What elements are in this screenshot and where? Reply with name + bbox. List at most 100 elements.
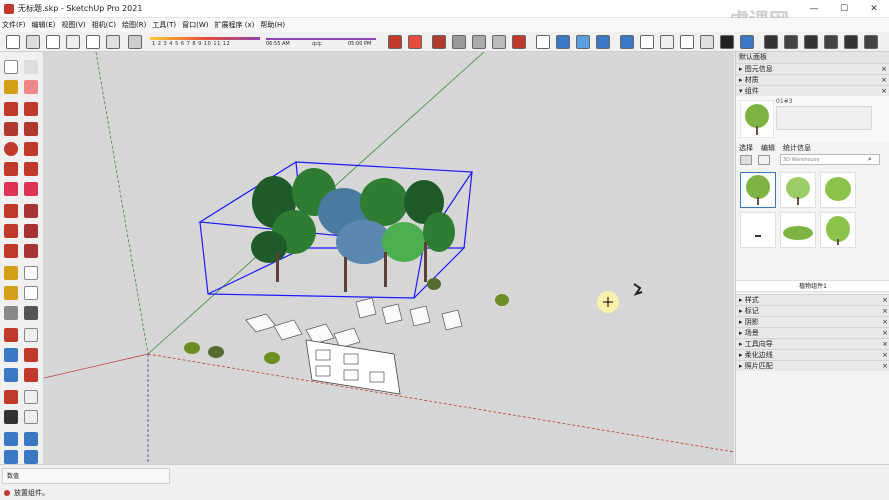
shadow-toggle-icon[interactable] <box>128 35 142 49</box>
close-icon[interactable]: × <box>881 64 887 74</box>
tab-statistics[interactable]: 统计信息 <box>783 143 811 153</box>
close-icon[interactable]: × <box>882 328 888 338</box>
components-panel[interactable]: ▾ 组件 × <box>736 85 889 96</box>
move-icon[interactable] <box>4 204 18 218</box>
close-icon[interactable]: × <box>882 339 888 349</box>
look-around-icon[interactable] <box>24 390 38 404</box>
two-point-arc-icon[interactable] <box>24 162 38 176</box>
push-pull-icon[interactable] <box>24 204 38 218</box>
match-photo-panel[interactable]: ▸ 照片匹配 × <box>736 360 889 371</box>
house-icon[interactable] <box>46 35 60 49</box>
sandbox-icon[interactable] <box>432 35 446 49</box>
search-input[interactable]: 3D Warehouse <box>780 154 880 165</box>
sandbox-contours-icon[interactable] <box>4 432 18 446</box>
position-camera-icon[interactable] <box>4 390 18 404</box>
top-view-icon[interactable] <box>640 35 654 49</box>
circle-icon[interactable] <box>4 142 18 156</box>
menu-view[interactable]: 视图(V) <box>61 20 85 30</box>
component-description[interactable] <box>776 106 872 130</box>
component-thumb[interactable] <box>820 212 856 248</box>
component-thumb[interactable] <box>740 212 776 248</box>
stamp-icon[interactable] <box>452 35 466 49</box>
close-icon[interactable]: × <box>882 317 888 327</box>
minimize-button[interactable]: — <box>799 0 829 18</box>
left-view-icon[interactable] <box>700 35 714 49</box>
shadow-date-slider[interactable]: 1 2 3 4 5 6 7 8 9 10 11 12 <box>150 35 260 49</box>
menu-edit[interactable]: 编辑(E) <box>32 20 56 30</box>
scale-icon[interactable] <box>4 244 18 258</box>
offset-icon[interactable] <box>24 244 38 258</box>
generate-report-icon[interactable] <box>804 35 818 49</box>
solid-tools-icon[interactable] <box>864 35 878 49</box>
make-component-icon[interactable] <box>24 60 38 74</box>
style-builder-icon[interactable] <box>408 35 422 49</box>
entity-info-panel[interactable]: ▸ 图元信息 × <box>736 63 889 74</box>
view-options-icon[interactable] <box>740 155 752 165</box>
styles-panel[interactable]: ▸ 样式 × <box>736 294 889 305</box>
shadows-panel[interactable]: ▸ 阴影 × <box>736 316 889 327</box>
polygon-icon[interactable] <box>24 142 38 156</box>
menu-file[interactable]: 文件(F) <box>2 20 26 30</box>
three-point-arc-icon[interactable] <box>4 182 18 196</box>
pan-icon[interactable] <box>24 328 38 342</box>
view-top-icon[interactable] <box>66 35 80 49</box>
shadow-time-slider[interactable]: 06:55 AM 中午 05:00 PM <box>266 35 376 49</box>
view-back-icon[interactable] <box>106 35 120 49</box>
add-detail-icon[interactable] <box>492 35 506 49</box>
rotate-icon[interactable] <box>4 224 18 238</box>
pie-icon[interactable] <box>24 182 38 196</box>
text-icon[interactable] <box>24 286 38 300</box>
eraser-icon[interactable] <box>24 80 38 94</box>
component-thumb-selected[interactable] <box>740 172 776 208</box>
component-thumb[interactable] <box>820 172 856 208</box>
sandbox-scratch-icon[interactable] <box>24 432 38 446</box>
close-icon[interactable]: × <box>881 86 887 96</box>
paint-bucket-icon[interactable] <box>4 80 18 94</box>
right-view-icon[interactable] <box>680 35 694 49</box>
component-thumb[interactable] <box>780 212 816 248</box>
menu-window[interactable]: 窗口(W) <box>182 20 208 30</box>
component-thumb[interactable] <box>780 172 816 208</box>
orbit-icon[interactable] <box>4 328 18 342</box>
smoove-icon[interactable] <box>4 450 18 464</box>
front-view-icon[interactable] <box>660 35 674 49</box>
previous-view-icon[interactable] <box>24 368 38 382</box>
close-icon[interactable]: × <box>882 295 888 305</box>
tags-panel[interactable]: ▸ 标记 × <box>736 305 889 316</box>
iso-view-icon[interactable] <box>620 35 634 49</box>
home-icon[interactable] <box>758 155 770 165</box>
follow-me-icon[interactable] <box>24 224 38 238</box>
instructor-panel[interactable]: ▸ 工具向导 × <box>736 338 889 349</box>
line-icon[interactable] <box>4 102 18 116</box>
tab-edit[interactable]: 编辑 <box>761 143 775 153</box>
section-cuts-icon[interactable] <box>596 35 610 49</box>
close-icon[interactable]: × <box>882 361 888 371</box>
menu-help[interactable]: 帮助(H) <box>260 20 285 30</box>
component-attributes-icon[interactable] <box>784 35 798 49</box>
component-options-icon[interactable] <box>764 35 778 49</box>
flip-edge-icon[interactable] <box>512 35 526 49</box>
menu-draw[interactable]: 绘图(R) <box>122 20 146 30</box>
measurements-input[interactable]: 数值 <box>2 468 170 484</box>
interact-icon[interactable] <box>844 35 858 49</box>
dynamic-components-icon[interactable] <box>824 35 838 49</box>
section-plane-icon[interactable] <box>556 35 570 49</box>
walk-icon[interactable] <box>4 410 18 424</box>
3d-text-icon[interactable] <box>24 306 38 320</box>
zoom-window-icon[interactable] <box>24 348 38 362</box>
freehand-icon[interactable] <box>24 102 38 116</box>
tree-group[interactable] <box>251 168 455 292</box>
section-plane-tool-icon[interactable] <box>24 410 38 424</box>
tape-measure-icon[interactable] <box>4 266 18 280</box>
zoom-extents-icon[interactable] <box>4 368 18 382</box>
menu-tools[interactable]: 工具(T) <box>152 20 176 30</box>
search-icon[interactable]: ⌕ <box>868 155 878 165</box>
rotated-rectangle-icon[interactable] <box>24 122 38 136</box>
soften-edges-panel[interactable]: ▸ 柔化边线 × <box>736 349 889 360</box>
zoom-icon[interactable] <box>4 348 18 362</box>
axes-tool-icon[interactable] <box>4 306 18 320</box>
materials-panel[interactable]: ▸ 材质 × <box>736 74 889 85</box>
paint-style-icon[interactable] <box>388 35 402 49</box>
reference-panel[interactable] <box>305 339 401 395</box>
drape-icon[interactable] <box>472 35 486 49</box>
